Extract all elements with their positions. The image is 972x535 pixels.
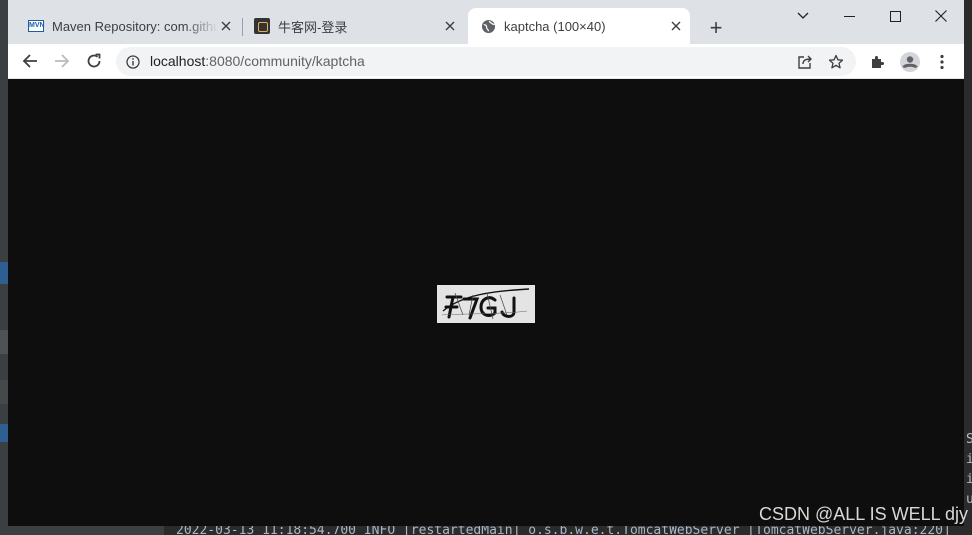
maximize-icon — [889, 10, 901, 22]
browser-window: MVN Maven Repository: com.github.penggle… — [8, 0, 968, 526]
browser-menu-button[interactable] — [929, 49, 955, 75]
close-icon[interactable] — [668, 18, 684, 34]
captcha-glyphs — [437, 285, 535, 323]
url-path: :8080/community/kaptcha — [205, 53, 365, 69]
tab-strip: MVN Maven Repository: com.github.penggle… — [8, 0, 964, 44]
address-bar[interactable]: localhost:8080/community/kaptcha — [116, 47, 856, 76]
arrow-right-icon — [55, 54, 70, 68]
arrow-left-icon — [22, 54, 37, 68]
reload-button[interactable] — [80, 47, 108, 75]
site-info-icon[interactable] — [124, 53, 142, 71]
desktop: 2022-03-13 11:18:54.700 INFO [restartedM… — [0, 0, 972, 535]
page-viewport: CSDN @ALL IS WELL djy — [8, 80, 968, 526]
ide-selection-band — [0, 424, 8, 442]
ide-window-edge — [0, 0, 8, 535]
share-icon — [798, 55, 812, 69]
star-icon — [828, 54, 844, 69]
tab-maven-repository[interactable]: MVN Maven Repository: com.github.penggle… — [20, 8, 240, 44]
chevron-down-icon — [797, 12, 809, 19]
ide-selection-band — [0, 262, 8, 284]
profile-button[interactable] — [897, 49, 923, 75]
console-edge-text: is — [966, 472, 972, 487]
tab-title: Maven Repository: com.github.penggle » k… — [52, 18, 218, 34]
globe-icon — [480, 18, 496, 34]
console-edge-text: Su — [966, 432, 972, 447]
console-edge-text: il — [966, 452, 972, 467]
forward-button[interactable] — [48, 47, 76, 75]
bookmark-button[interactable] — [825, 51, 847, 73]
share-button[interactable] — [794, 51, 816, 73]
tab-nowcoder-login[interactable]: 牛客网-登录 — [244, 8, 464, 44]
close-window-button[interactable] — [918, 2, 964, 30]
close-icon[interactable] — [218, 18, 234, 34]
minimize-button[interactable] — [826, 2, 872, 30]
tab-kaptcha[interactable]: kaptcha (100×40) — [468, 8, 690, 44]
ide-panel-band — [0, 380, 8, 404]
new-tab-button[interactable]: + — [702, 14, 730, 42]
tab-title: 牛客网-登录 — [278, 19, 348, 35]
maven-favicon-icon: MVN — [28, 18, 45, 34]
ide-console: 2022-03-13 11:18:54.700 INFO [restartedM… — [164, 526, 972, 535]
nowcoder-favicon-icon — [254, 18, 270, 34]
url-text[interactable]: localhost:8080/community/kaptcha — [150, 53, 365, 69]
close-icon — [935, 10, 947, 22]
ide-panel — [0, 526, 164, 535]
tab-separator — [242, 18, 243, 36]
reload-icon — [87, 53, 101, 68]
maximize-button[interactable] — [872, 2, 918, 30]
captcha-image[interactable] — [437, 285, 535, 323]
more-vertical-icon — [940, 54, 944, 70]
back-button[interactable] — [16, 47, 44, 75]
tab-title: kaptcha (100×40) — [504, 18, 606, 34]
tab-search-button[interactable] — [780, 2, 826, 30]
close-icon[interactable] — [442, 18, 458, 34]
url-host: localhost — [150, 53, 206, 69]
browser-toolbar: localhost:8080/community/kaptcha — [8, 44, 964, 79]
minimize-icon — [843, 15, 855, 17]
console-log-line: 2022-03-13 11:18:54.700 INFO [restartedM… — [176, 526, 951, 535]
watermark: CSDN @ALL IS WELL djy — [758, 504, 968, 524]
puzzle-icon — [872, 56, 884, 68]
avatar-icon — [900, 52, 920, 72]
extensions-button[interactable] — [865, 49, 891, 75]
ide-panel-band — [0, 330, 8, 354]
